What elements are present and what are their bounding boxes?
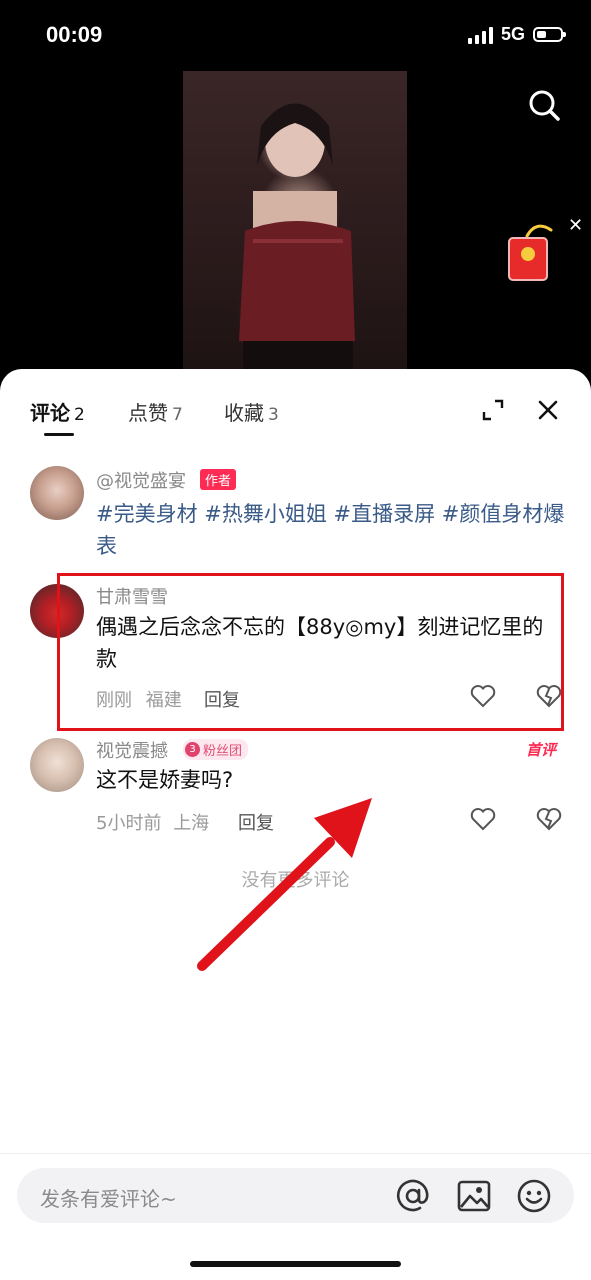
comment-input[interactable]: 发条有爱评论~	[40, 1183, 177, 1212]
annotation-arrow	[197, 798, 372, 971]
home-indicator	[190, 1261, 401, 1267]
fan-badge: 3 粉丝团	[183, 739, 249, 760]
tab-count: 7	[172, 405, 183, 425]
close-icon[interactable]: ✕	[568, 215, 583, 236]
search-icon[interactable]	[527, 88, 561, 122]
fan-badge-text: 粉丝团	[203, 744, 243, 759]
author-tag: 作者	[200, 469, 237, 490]
image-icon[interactable]	[457, 1179, 491, 1213]
close-icon[interactable]	[537, 399, 559, 421]
tab-count: 3	[268, 405, 279, 425]
heart-icon[interactable]	[470, 807, 496, 831]
comment-time: 5小时前	[96, 813, 162, 834]
tab-label: 评论	[30, 401, 70, 425]
status-time: 00:09	[46, 22, 103, 47]
network-type: 5G	[500, 24, 525, 44]
signal-icon	[467, 26, 493, 44]
active-tab-indicator	[44, 433, 74, 436]
tab-comments[interactable]: 评论 2	[30, 397, 85, 426]
tab-label: 点赞	[128, 401, 168, 425]
highlight-box	[57, 573, 564, 731]
tab-favorites[interactable]: 收藏 3	[224, 397, 279, 426]
first-comment-badge: 首评	[526, 741, 557, 759]
dislike-heart-icon[interactable]	[536, 807, 562, 831]
status-indicators: 5G	[467, 24, 566, 45]
emoji-icon[interactable]	[517, 1179, 551, 1213]
avatar[interactable]	[30, 466, 84, 520]
comment-text[interactable]: #完美身材 #热舞小姐姐 #直播录屏 #颜值身材爆表	[96, 498, 566, 562]
comment-username[interactable]: @视觉盛宴	[96, 467, 186, 493]
tab-count: 2	[74, 405, 85, 425]
video-player[interactable]	[183, 71, 407, 381]
avatar[interactable]	[30, 738, 84, 792]
tab-likes[interactable]: 点赞 7	[128, 397, 183, 426]
tab-label: 收藏	[224, 401, 264, 425]
fan-level: 3	[185, 742, 200, 757]
comment-username[interactable]: 视觉震撼	[96, 737, 168, 763]
comment-input-bar[interactable]: 发条有爱评论~	[17, 1168, 574, 1223]
battery-icon	[533, 27, 566, 42]
at-icon[interactable]	[396, 1179, 430, 1213]
expand-icon[interactable]	[482, 399, 504, 421]
video-frame	[239, 103, 355, 381]
red-packet-icon[interactable]	[508, 237, 548, 281]
divider	[0, 1153, 591, 1154]
